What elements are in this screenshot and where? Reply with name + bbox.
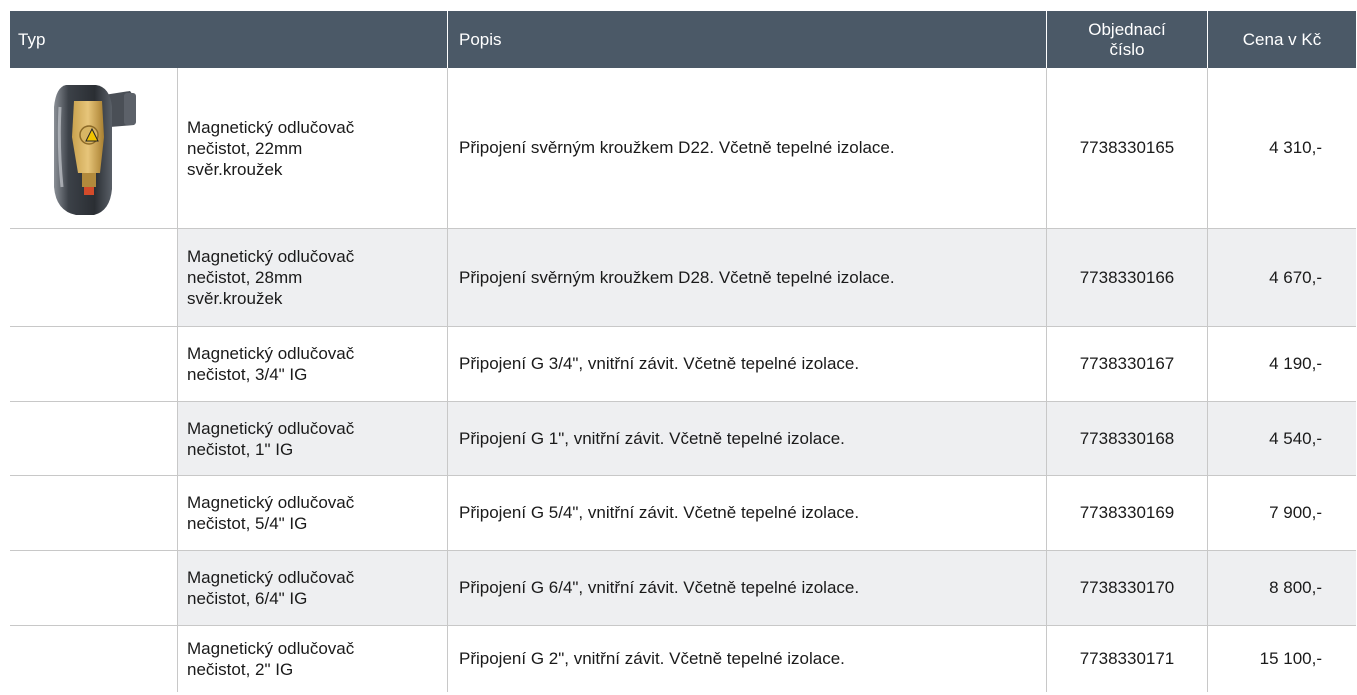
header-objednaci-cislo: Objednací číslo <box>1047 11 1208 68</box>
product-name-line: Magnetický odlučovač <box>187 639 355 658</box>
table-row: Magnetický odlučovač nečistot, 22mm svěr… <box>10 68 1356 229</box>
table-row: Magnetický odlučovač nečistot, 6/4" IG P… <box>10 551 1356 626</box>
table-row: Magnetický odlučovač nečistot, 1" IG Při… <box>10 402 1356 476</box>
product-name: Magnetický odlučovač nečistot, 3/4" IG <box>178 327 448 401</box>
product-name: Magnetický odlučovač nečistot, 22mm svěr… <box>178 68 448 228</box>
product-name-line: Magnetický odlučovač <box>187 568 355 587</box>
product-description: Připojení svěrným kroužkem D28. Včetně t… <box>448 229 1047 326</box>
product-name: Magnetický odlučovač nečistot, 6/4" IG <box>178 551 448 625</box>
price: 4 190,- <box>1269 354 1322 373</box>
product-description: Připojení svěrným kroužkem D22. Včetně t… <box>448 68 1047 228</box>
order-number: 7738330171 <box>1047 626 1208 692</box>
product-name-line: nečistot, 22mm <box>187 138 303 158</box>
product-description: Připojení G 6/4", vnitřní závit. Včetně … <box>448 551 1047 625</box>
price: 15 100,- <box>1259 649 1322 668</box>
order-number: 7738330170 <box>1047 551 1208 625</box>
product-name-line: Magnetický odlučovač <box>187 493 355 512</box>
product-name-line: Magnetický odlučovač <box>187 418 355 438</box>
product-name: Magnetický odlučovač nečistot, 2" IG <box>178 626 448 692</box>
product-name: Magnetický odlučovač nečistot, 1" IG <box>178 402 448 475</box>
product-description: Připojení G 3/4", vnitřní závit. Včetně … <box>448 327 1047 401</box>
order-number: 7738330169 <box>1047 476 1208 550</box>
product-name-line: Magnetický odlučovač <box>187 247 355 266</box>
product-name-line: Magnetický odlučovač <box>187 117 355 137</box>
product-name-line: svěr.kroužek <box>187 159 283 179</box>
header-objednaci-line2: číslo <box>1109 39 1145 59</box>
product-name-line: nečistot, 28mm <box>187 268 303 287</box>
table-row: Magnetický odlučovač nečistot, 2" IG Při… <box>10 626 1356 692</box>
table-row: Magnetický odlučovač nečistot, 3/4" IG P… <box>10 327 1356 402</box>
price: 8 800,- <box>1208 551 1356 625</box>
product-description: Připojení G 5/4", vnitřní závit. Včetně … <box>448 476 1047 550</box>
product-image-cell <box>10 402 178 475</box>
header-objednaci-line1: Objednací <box>1088 19 1166 39</box>
product-name-line: svěr.kroužek <box>187 289 283 308</box>
order-number: 7738330165 <box>1047 68 1208 228</box>
product-table: Typ Popis Objednací číslo Cena v Kč Magn… <box>10 11 1356 692</box>
price: 4 670,- <box>1208 229 1356 326</box>
product-name-line: nečistot, 5/4" IG <box>187 514 308 533</box>
product-image-cell <box>10 68 178 228</box>
product-description: Připojení G 1", vnitřní závit. Včetně te… <box>448 402 1047 475</box>
order-number: 7738330168 <box>1047 402 1208 475</box>
product-name: Magnetický odlučovač nečistot, 5/4" IG <box>178 476 448 550</box>
header-typ: Typ <box>10 11 448 68</box>
table-row: Magnetický odlučovač nečistot, 5/4" IG P… <box>10 476 1356 551</box>
product-image-cell <box>10 327 178 401</box>
product-name-line: Magnetický odlučovač <box>187 344 355 363</box>
product-name-line: nečistot, 2" IG <box>187 660 294 679</box>
price: 4 310,- <box>1269 138 1322 157</box>
order-number: 7738330167 <box>1047 327 1208 401</box>
product-image-cell <box>10 476 178 550</box>
product-name-line: nečistot, 6/4" IG <box>187 589 308 608</box>
product-image-cell <box>10 551 178 625</box>
price: 4 540,- <box>1208 402 1356 475</box>
product-name: Magnetický odlučovač nečistot, 28mm svěr… <box>178 229 448 326</box>
table-header: Typ Popis Objednací číslo Cena v Kč <box>10 11 1356 68</box>
product-description: Připojení G 2", vnitřní závit. Včetně te… <box>448 626 1047 692</box>
table-row: Magnetický odlučovač nečistot, 28mm svěr… <box>10 229 1356 327</box>
product-name-line: nečistot, 1" IG <box>187 439 294 459</box>
order-number: 7738330166 <box>1047 229 1208 326</box>
magnetic-separator-image <box>53 85 136 215</box>
header-cena: Cena v Kč <box>1242 29 1322 49</box>
product-image-cell <box>10 229 178 326</box>
product-name-line: nečistot, 3/4" IG <box>187 365 308 384</box>
price: 7 900,- <box>1269 503 1322 522</box>
header-popis: Popis <box>448 11 1047 68</box>
product-image-cell <box>10 626 178 692</box>
